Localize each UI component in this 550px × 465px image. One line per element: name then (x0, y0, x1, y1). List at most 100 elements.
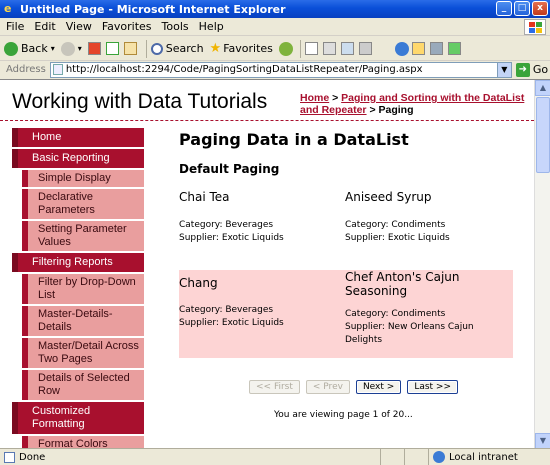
back-button[interactable]: Back ▾ (4, 41, 55, 56)
go-button[interactable]: ➜ Go (515, 62, 549, 77)
page-header: Working with Data Tutorials Home > Pagin… (0, 82, 534, 120)
product-name: Chef Anton's Cajun Seasoning (345, 270, 460, 298)
research-icon[interactable] (411, 42, 425, 55)
product-category: Category: Condiments (345, 220, 446, 230)
address-dropdown-icon[interactable]: ▼ (496, 62, 511, 77)
intranet-globe-icon (433, 451, 445, 463)
product-name: Chai Tea (179, 190, 230, 204)
go-label: Go (532, 63, 549, 76)
address-label: Address (6, 64, 46, 75)
menu-view[interactable]: View (66, 20, 92, 33)
menu-file[interactable]: File (6, 20, 24, 33)
menu-favorites[interactable]: Favorites (102, 20, 152, 33)
security-zone: Local intranet (428, 448, 518, 465)
nav-item-master-details-details[interactable]: Master-Details-Details (22, 306, 144, 336)
address-input[interactable]: http://localhost:2294/Code/PagingSorting… (49, 61, 512, 78)
nav-section-filtering-reports[interactable]: Filtering Reports (12, 253, 144, 272)
windows-logo-icon (524, 19, 546, 35)
nav-item-declarative-parameters[interactable]: Declarative Parameters (22, 189, 144, 219)
close-button[interactable]: x (532, 1, 548, 16)
search-button[interactable]: Search (150, 42, 204, 55)
product-details: Category: Condiments Supplier: New Orlea… (345, 308, 513, 347)
favorites-label: Favorites (223, 42, 273, 55)
breadcrumb-separator: > (366, 104, 379, 116)
menu-help[interactable]: Help (199, 20, 224, 33)
page-done-icon (4, 451, 15, 463)
product-category: Category: Beverages (179, 220, 274, 230)
scroll-down-icon[interactable]: ▼ (535, 433, 550, 448)
page-status-text: You are viewing page 1 of 20... (274, 410, 413, 420)
status-bar: Done Local intranet (0, 448, 550, 465)
vertical-scrollbar[interactable]: ▲ ▼ (534, 80, 550, 448)
section-heading: Default Paging (179, 162, 280, 176)
status-text: Done (19, 451, 46, 463)
search-icon (150, 42, 163, 55)
site-title: Working with Data Tutorials (12, 90, 268, 113)
breadcrumb-current: Paging (378, 104, 414, 116)
toolbar-separator (299, 39, 301, 58)
ie-logo-icon: e (4, 2, 12, 15)
product-supplier: Supplier: Exotic Liquids (179, 318, 284, 328)
menu-tools[interactable]: Tools (162, 20, 189, 33)
page-icon (52, 64, 63, 75)
browser-viewport: Working with Data Tutorials Home > Pagin… (0, 79, 550, 448)
sidebar-nav: Home Basic Reporting Simple Display Decl… (12, 128, 144, 448)
products-datalist: Chai Tea Category: Beverages Supplier: E… (179, 190, 515, 270)
breadcrumb-home-link[interactable]: Home (300, 92, 329, 104)
tools-icon[interactable] (429, 42, 443, 55)
next-page-button[interactable]: Next > (355, 380, 402, 394)
prev-page-button[interactable]: < Prev (305, 380, 350, 394)
products-datalist-row: Chang Category: Beverages Supplier: Exot… (179, 270, 515, 358)
breadcrumb-separator: > (329, 92, 342, 104)
nav-item-simple-display[interactable]: Simple Display (22, 170, 144, 187)
refresh-icon[interactable] (105, 42, 119, 55)
menu-edit[interactable]: Edit (34, 20, 55, 33)
nav-item-details-selected-row[interactable]: Details of Selected Row (22, 370, 144, 400)
zone-label: Local intranet (449, 451, 518, 463)
address-bar: Address http://localhost:2294/Code/Pagin… (0, 61, 550, 78)
nav-section-basic-reporting[interactable]: Basic Reporting (12, 149, 144, 168)
product-details: Category: Beverages Supplier: Exotic Liq… (179, 304, 345, 330)
print-icon[interactable] (322, 42, 336, 55)
media-icon[interactable] (278, 41, 293, 56)
nav-section-customized-formatting[interactable]: Customized Formatting (12, 402, 144, 434)
favorites-button[interactable]: ★ Favorites (210, 41, 273, 56)
status-done: Done (0, 451, 380, 463)
product-supplier: Supplier: Exotic Liquids (345, 233, 450, 243)
mail-icon[interactable] (304, 42, 318, 55)
product-item: Aniseed Syrup Category: Condiments Suppl… (345, 190, 513, 270)
standard-toolbar: Back ▾ ▾ Search ★ Favorites (0, 37, 550, 61)
translate-icon[interactable] (447, 42, 461, 55)
nav-item-master-detail-two-pages[interactable]: Master/Detail Across Two Pages (22, 338, 144, 368)
first-page-button[interactable]: << First (249, 380, 300, 394)
back-arrow-icon (4, 41, 18, 56)
maximize-button[interactable]: □ (514, 1, 530, 16)
product-category: Category: Condiments (345, 309, 446, 319)
product-name: Chang (179, 276, 218, 290)
forward-dropdown-icon: ▾ (77, 44, 82, 53)
nav-item-filter-dropdown[interactable]: Filter by Drop-Down List (22, 274, 144, 304)
back-label: Back (21, 42, 48, 55)
menu-bar: File Edit View Favorites Tools Help (0, 18, 550, 36)
forward-button[interactable]: ▾ (60, 41, 82, 56)
messenger-icon[interactable] (394, 41, 409, 56)
window-title: Untitled Page - Microsoft Internet Explo… (20, 2, 286, 16)
discuss-icon[interactable] (358, 42, 372, 55)
scroll-thumb[interactable] (536, 97, 550, 173)
stop-icon[interactable] (87, 42, 101, 55)
scroll-up-icon[interactable]: ▲ (535, 80, 550, 96)
edit-icon[interactable] (340, 42, 354, 55)
page-title: Paging Data in a DataList (179, 130, 409, 149)
nav-item-format-colors[interactable]: Format Colors (22, 436, 144, 448)
product-category: Category: Beverages (179, 305, 274, 315)
home-icon[interactable] (123, 42, 137, 55)
minimize-button[interactable]: _ (496, 1, 512, 16)
forward-arrow-icon (60, 41, 75, 56)
product-details: Category: Beverages Supplier: Exotic Liq… (179, 219, 345, 245)
nav-section-home[interactable]: Home (12, 128, 144, 147)
address-url: http://localhost:2294/Code/PagingSorting… (65, 64, 423, 75)
product-name: Aniseed Syrup (345, 190, 432, 204)
last-page-button[interactable]: Last >> (407, 380, 459, 394)
nav-item-setting-parameter-values[interactable]: Setting Parameter Values (22, 221, 144, 251)
window-controls: _ □ x (496, 1, 548, 16)
